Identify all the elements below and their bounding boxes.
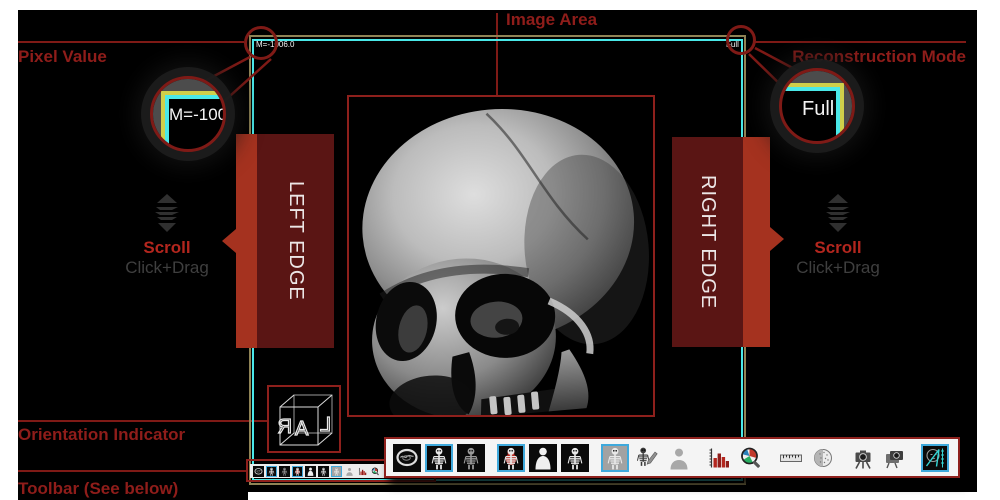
- mini-skeleton-dim-view-icon[interactable]: [279, 466, 290, 477]
- recon-mode-loupe: Full: [779, 68, 855, 144]
- toolbar-group: [393, 444, 485, 472]
- mini-skeleton-view-icon[interactable]: [266, 466, 277, 477]
- mini-person-view-icon[interactable]: [344, 466, 355, 477]
- recon-mode-callout-circle: [726, 25, 756, 55]
- mini-skeleton-gray-view-icon[interactable]: [331, 466, 342, 477]
- cube-letter-anterior: A: [295, 418, 309, 440]
- loupe-cyan-line: [165, 95, 223, 99]
- mini-histogram-icon[interactable]: [357, 466, 368, 477]
- toolbar-group: [601, 444, 693, 472]
- loupe-gray-band: [844, 71, 852, 141]
- multi-snapshot-icon[interactable]: [881, 444, 909, 472]
- toolbar-group: [849, 444, 909, 472]
- mini-axial-slice-icon[interactable]: [253, 466, 264, 477]
- loupe-gray-band: [153, 79, 223, 91]
- zoom-analysis-icon[interactable]: [737, 444, 765, 472]
- toolbar-group: [777, 444, 837, 472]
- person-view-icon[interactable]: [665, 444, 693, 472]
- toolbar-panel: [384, 437, 960, 478]
- histogram-icon[interactable]: [705, 444, 733, 472]
- loupe-gray-band: [153, 79, 161, 149]
- body-view-icon[interactable]: [529, 444, 557, 472]
- orientation-cube: R A L: [269, 387, 339, 451]
- cube-letter-left: L: [320, 414, 331, 436]
- mini-zoom-analysis-icon[interactable]: [370, 466, 381, 477]
- axial-slice-icon[interactable]: [393, 444, 421, 472]
- muscle-view-icon[interactable]: [497, 444, 525, 472]
- loupe-gray-band: [782, 71, 852, 83]
- skeleton-dim-view-icon[interactable]: [457, 444, 485, 472]
- pixel-value-loupe: M=-1006: [150, 76, 226, 152]
- ruler-icon[interactable]: [777, 444, 805, 472]
- skeleton-view-icon[interactable]: [425, 444, 453, 472]
- toolbar-group: [705, 444, 765, 472]
- loupe-recon-mode-text: Full: [802, 98, 834, 121]
- pixel-value-callout-circle: [244, 26, 278, 60]
- toolbar-group: [921, 444, 949, 472]
- toolbar-group: [497, 444, 589, 472]
- loupe-pixel-value-text: M=-1006: [169, 105, 226, 125]
- skeleton-gray-view-icon[interactable]: [601, 444, 629, 472]
- loupe-cyan-line: [782, 87, 840, 91]
- measure-draw-icon[interactable]: [921, 444, 949, 472]
- cube-letter-right: R: [278, 416, 292, 438]
- annotated-viewer-figure: Image Area Pixel Value Reconstruction Mo…: [0, 0, 1000, 500]
- annotate-view-icon[interactable]: [633, 444, 661, 472]
- mini-skeleton-view-2-icon[interactable]: [318, 466, 329, 477]
- mini-muscle-view-icon[interactable]: [292, 466, 303, 477]
- mini-body-view-icon[interactable]: [305, 466, 316, 477]
- loupe-cyan-line: [836, 87, 840, 141]
- render-quality-icon[interactable]: [809, 444, 837, 472]
- skeleton-view-2-icon[interactable]: [561, 444, 589, 472]
- loupe-khaki-line: [840, 83, 844, 141]
- snapshot-icon[interactable]: [849, 444, 877, 472]
